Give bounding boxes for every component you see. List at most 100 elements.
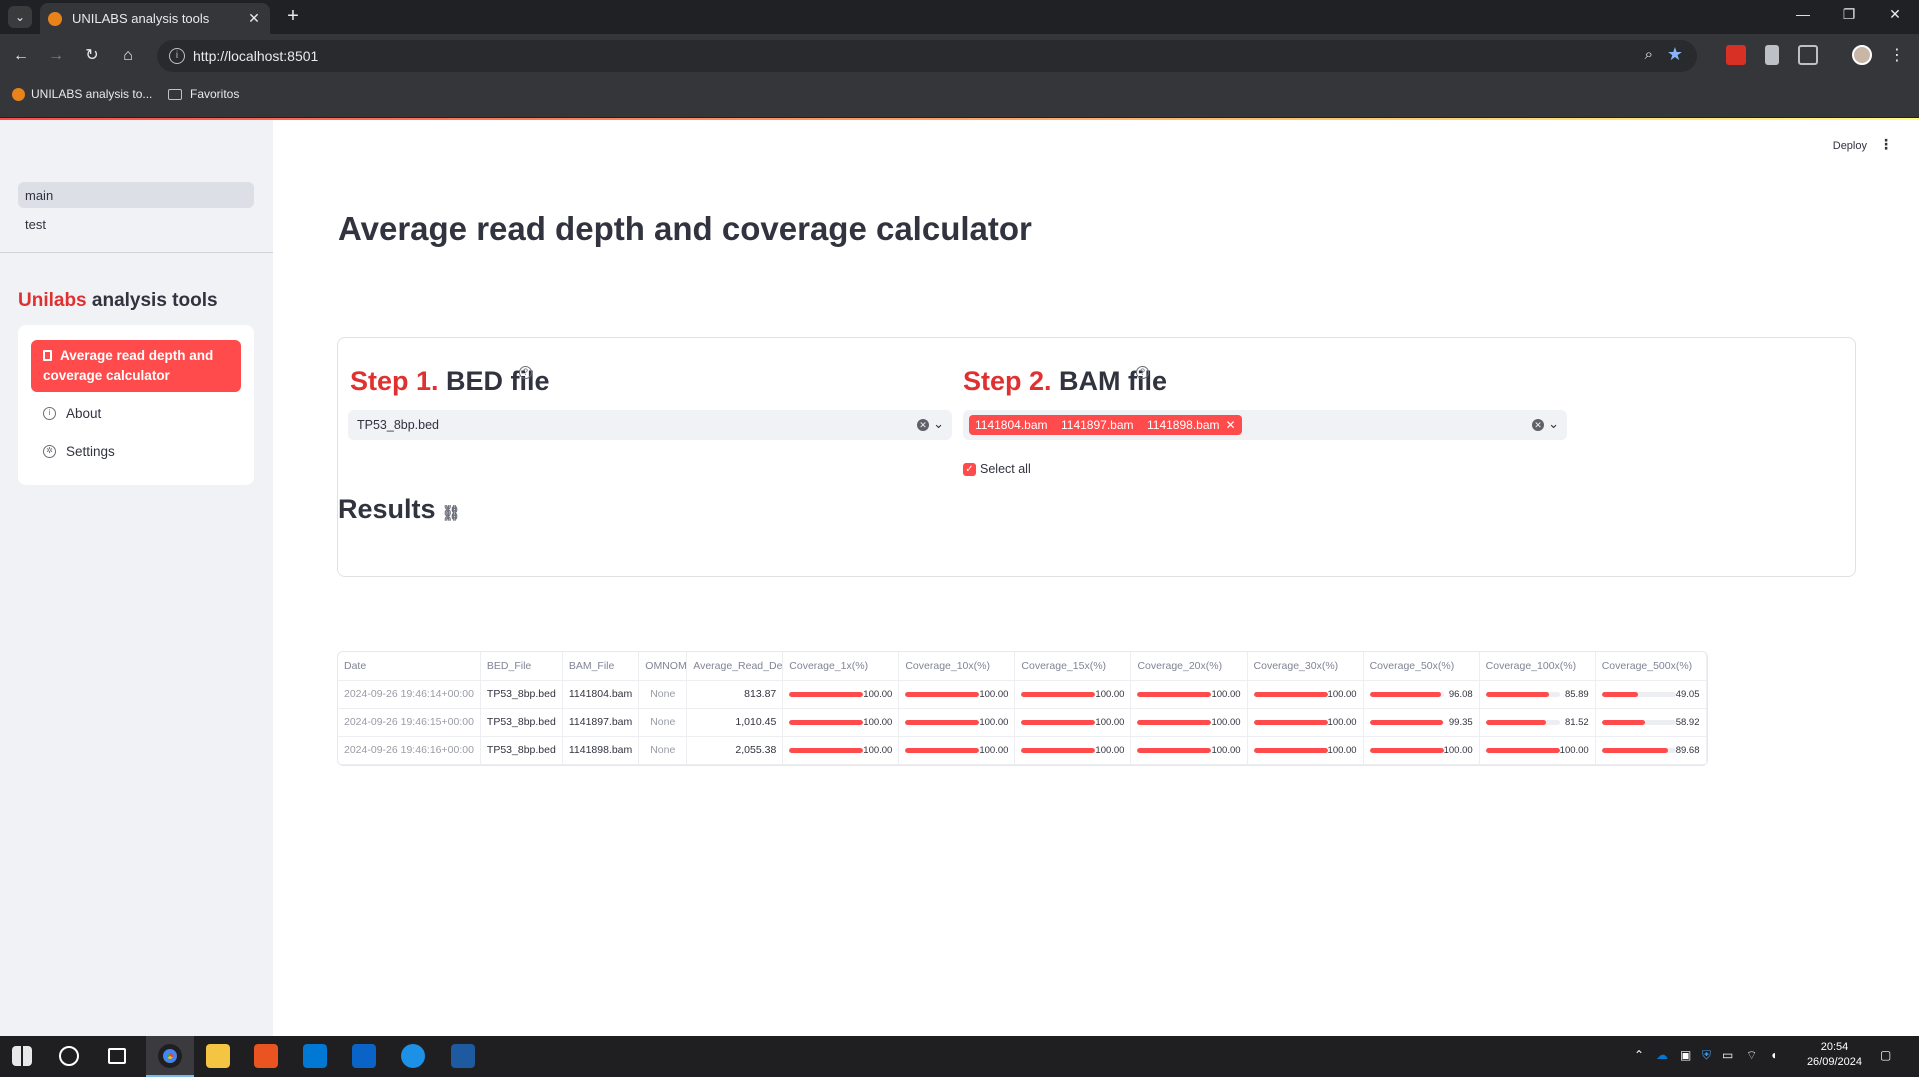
sidebar-page-test[interactable]: test [18,211,254,237]
coverage-cell[interactable]: 96.08 [1363,680,1480,709]
browser-menu-icon[interactable]: ⋮ [1886,45,1908,67]
chevron-down-icon[interactable]: ⌄ [933,416,944,432]
coverage-cell[interactable]: 100.00 [898,736,1016,765]
table-row[interactable]: 2024-09-26 19:46:15+00:00 TP53_8bp.bed 114… [338,708,1707,737]
profile-avatar[interactable] [1852,45,1872,65]
windows-start-icon[interactable] [12,1046,32,1066]
bam-chip[interactable]: 1141898.bam ✕ [1141,415,1242,435]
browser-tab[interactable]: UNILABS analysis tools ✕ [40,3,270,34]
tab-search-button[interactable]: ⌄ [8,6,32,28]
coverage-cell[interactable]: 100.00 [1247,708,1364,737]
docker-icon[interactable] [401,1044,425,1068]
task-view-icon[interactable] [108,1048,126,1064]
file-explorer-icon[interactable] [206,1044,230,1068]
coverage-cell[interactable]: 100.00 [1247,736,1364,765]
column-header[interactable]: Coverage_10x(%) [898,652,1016,681]
coverage-cell[interactable]: 89.68 [1595,736,1707,765]
coverage-cell[interactable]: 58.92 [1595,708,1707,737]
menu-item-settings[interactable]: ✲ Settings [43,444,233,459]
coverage-cell[interactable]: 85.89 [1479,680,1596,709]
table-cell[interactable]: 2,055.38 [686,736,784,765]
column-header[interactable]: Date [338,652,481,681]
deploy-button[interactable]: Deploy [1833,140,1867,152]
close-window-button[interactable]: ✕ [1880,6,1910,23]
column-header[interactable]: BED_File [480,652,563,681]
table-cell[interactable]: TP53_8bp.bed [480,736,563,765]
outlook-icon[interactable] [352,1044,376,1068]
coverage-cell[interactable]: 100.00 [1014,708,1132,737]
tray-chevron-icon[interactable]: ⌃ [1634,1048,1644,1062]
column-header[interactable]: Coverage_20x(%) [1130,652,1248,681]
bookmark-folder-favoritos[interactable]: Favoritos [168,87,239,101]
coverage-cell[interactable]: 100.00 [1247,680,1364,709]
bam-file-multiselect[interactable]: 1141804.bam✕ 1141897.bam✕ 1141898.bam✕ ✕… [963,410,1567,440]
column-header[interactable]: Coverage_15x(%) [1014,652,1132,681]
column-header[interactable]: Average_Read_Depth [686,652,784,681]
step2-help-icon[interactable]: ? [1136,366,1149,379]
chrome-icon[interactable] [158,1044,182,1068]
menu-item-calculator[interactable]: Average read depth and coverage calculat… [31,340,241,392]
extensions-puzzle-icon[interactable] [1798,45,1818,65]
coverage-cell[interactable]: 100.00 [1479,736,1596,765]
bookmark-unilabs[interactable]: UNILABS analysis to... [12,87,152,101]
table-row[interactable]: 2024-09-26 19:46:14+00:00 TP53_8bp.bed 114… [338,680,1707,709]
column-header[interactable]: Coverage_30x(%) [1247,652,1364,681]
select-all-label[interactable]: Select all [980,462,1031,476]
coverage-cell[interactable]: 100.00 [782,680,900,709]
table-cell[interactable]: 1,010.45 [686,708,784,737]
reload-icon[interactable]: ↻ [81,45,103,67]
table-row[interactable]: 2024-09-26 19:46:16+00:00 TP53_8bp.bed 114… [338,736,1707,765]
coverage-cell[interactable]: 100.00 [898,708,1016,737]
wifi-icon[interactable]: ⌔ [1746,1048,1757,1063]
chevron-down-icon[interactable]: ⌄ [1548,416,1559,432]
main-menu-icon[interactable]: ⋮ [1879,136,1893,153]
coverage-cell[interactable]: 100.00 [1130,736,1248,765]
zoom-icon[interactable]: ⌕ [1645,46,1653,63]
table-cell[interactable]: 1141804.bam [562,680,640,709]
anchor-link-icon[interactable]: ⛓ [442,505,461,522]
coverage-cell[interactable]: 81.52 [1479,708,1596,737]
defender-icon[interactable]: ⛨ [1702,1048,1711,1063]
table-cell[interactable]: None [638,736,688,765]
coverage-cell[interactable]: 99.35 [1363,708,1480,737]
minimize-button[interactable]: — [1788,6,1818,22]
url-text[interactable]: http://localhost:8501 [193,48,318,64]
sidebar-page-main[interactable]: main [18,182,254,208]
clear-icon[interactable]: ✕ [1532,419,1544,431]
select-all-checkbox[interactable]: ✓ [963,463,976,476]
results-table[interactable]: DateBED_FileBAM_FileOMNOMICS_Average_Rea… [337,651,1708,766]
table-cell[interactable]: None [638,680,688,709]
onedrive-icon[interactable]: ☁ [1656,1048,1668,1062]
coverage-cell[interactable]: 100.00 [1014,680,1132,709]
taskbar-clock[interactable]: 20:54 26/09/2024 [1807,1040,1862,1070]
coverage-cell[interactable]: 100.00 [1363,736,1480,765]
volume-icon[interactable]: ◖ [1770,1048,1777,1062]
coverage-cell[interactable]: 49.05 [1595,680,1707,709]
coverage-cell[interactable]: 100.00 [782,708,900,737]
restore-button[interactable]: ❐ [1834,6,1864,23]
coverage-cell[interactable]: 100.00 [1014,736,1132,765]
vscode-icon[interactable] [303,1044,327,1068]
menu-item-about[interactable]: i About [43,406,233,421]
coverage-cell[interactable]: 100.00 [898,680,1016,709]
forward-icon[interactable]: → [45,45,67,67]
home-icon[interactable]: ⌂ [117,45,139,67]
battery-icon[interactable]: ▭ [1722,1048,1733,1062]
column-header[interactable]: Coverage_1x(%) [782,652,900,681]
tray-app-icon[interactable]: ▣ [1680,1048,1691,1062]
column-header[interactable]: Coverage_100x(%) [1479,652,1596,681]
table-cell[interactable]: TP53_8bp.bed [480,680,563,709]
table-cell[interactable]: 1141898.bam [562,736,640,765]
step1-help-icon[interactable]: ? [519,366,532,379]
table-cell[interactable]: 813.87 [686,680,784,709]
notifications-icon[interactable]: ▢ [1880,1048,1891,1062]
coverage-cell[interactable]: 100.00 [1130,708,1248,737]
table-cell[interactable]: 2024-09-26 19:46:16+00:00 [338,736,481,765]
column-header[interactable]: BAM_File [562,652,640,681]
back-icon[interactable]: ← [10,45,32,67]
column-header[interactable]: Coverage_50x(%) [1363,652,1480,681]
table-cell[interactable]: 2024-09-26 19:46:15+00:00 [338,708,481,737]
extension-icon[interactable] [1726,45,1746,65]
coverage-cell[interactable]: 100.00 [1130,680,1248,709]
column-header[interactable]: OMNOMICS_ [638,652,688,681]
